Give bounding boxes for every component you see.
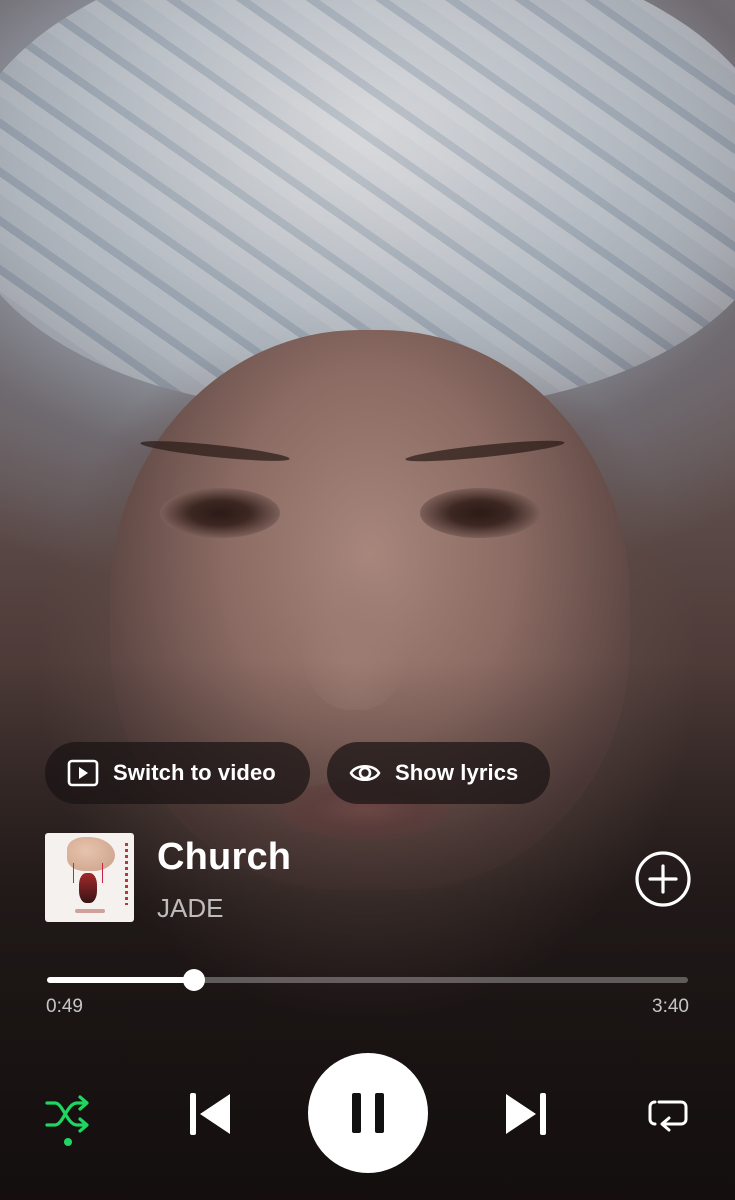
bottom-shade <box>0 0 735 1200</box>
repeat-icon <box>648 1100 688 1132</box>
repeat-button[interactable] <box>642 1088 694 1140</box>
shuffle-active-indicator <box>64 1138 72 1146</box>
progress-bar[interactable] <box>47 977 688 983</box>
background-artwork <box>0 0 735 1200</box>
track-title[interactable]: Church <box>157 836 291 879</box>
album-cover[interactable] <box>45 833 134 922</box>
shuffle-icon <box>45 1095 89 1133</box>
progress-fill <box>47 977 194 983</box>
cover-text-mark <box>75 909 105 913</box>
add-to-library-button[interactable] <box>634 850 692 908</box>
track-artist[interactable]: JADE <box>157 893 223 924</box>
previous-track-button[interactable] <box>180 1084 240 1144</box>
show-lyrics-button[interactable]: Show lyrics <box>327 742 550 804</box>
cover-side-text <box>125 843 128 905</box>
next-track-button[interactable] <box>496 1084 556 1144</box>
eye-icon <box>349 764 381 782</box>
elapsed-time: 0:49 <box>46 996 83 1017</box>
plus-circle-icon <box>635 851 691 907</box>
switch-to-video-label: Switch to video <box>113 760 276 785</box>
total-time: 3:40 <box>652 996 689 1017</box>
play-square-icon <box>67 759 99 787</box>
skip-previous-icon <box>190 1093 230 1135</box>
shuffle-button[interactable] <box>42 1088 94 1140</box>
cover-figure <box>79 873 97 903</box>
pause-button[interactable] <box>308 1053 428 1173</box>
progress-thumb[interactable] <box>183 969 205 991</box>
skip-next-icon <box>506 1093 546 1135</box>
show-lyrics-label: Show lyrics <box>395 760 519 785</box>
pause-icon <box>352 1093 384 1133</box>
switch-to-video-button[interactable]: Switch to video <box>45 742 310 804</box>
